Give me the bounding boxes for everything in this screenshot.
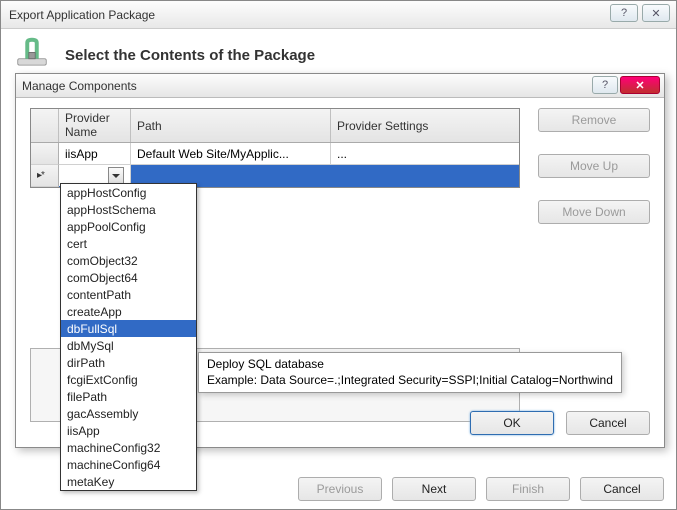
dropdown-item-filepath[interactable]: filePath — [61, 388, 196, 405]
cell-path[interactable]: Default Web Site/MyApplic... — [131, 143, 331, 165]
components-grid[interactable]: Provider Name Path Provider Settings iis… — [30, 108, 520, 188]
grid-header: Provider Name Path Provider Settings — [31, 109, 519, 143]
dropdown-item-gacassembly[interactable]: gacAssembly — [61, 405, 196, 422]
row-header — [31, 143, 59, 165]
grid-header-path: Path — [131, 109, 331, 142]
provider-dropdown-button[interactable] — [108, 167, 124, 185]
inner-title: Manage Components — [22, 79, 137, 93]
table-row[interactable]: iisApp Default Web Site/MyApplic... ... — [31, 143, 519, 165]
dropdown-item-cert[interactable]: cert — [61, 235, 196, 252]
tooltip-line2: Example: Data Source=.;Integrated Securi… — [207, 373, 613, 389]
move-up-button[interactable]: Move Up — [538, 154, 650, 178]
cell-settings-new[interactable] — [331, 165, 519, 187]
package-icon — [13, 35, 51, 76]
outer-titlebar: Export Application Package ? ✕ — [1, 1, 676, 29]
dropdown-item-machineconfig32[interactable]: machineConfig32 — [61, 439, 196, 456]
ok-button[interactable]: OK — [470, 411, 554, 435]
dropdown-item-iisapp[interactable]: iisApp — [61, 422, 196, 439]
dropdown-item-metakey[interactable]: metaKey — [61, 473, 196, 490]
manage-components-dialog: Manage Components ? ✕ Provider Name Path… — [15, 73, 665, 448]
move-down-button[interactable]: Move Down — [538, 200, 650, 224]
dropdown-item-fcgiextconfig[interactable]: fcgiExtConfig — [61, 371, 196, 388]
dropdown-item-comobject32[interactable]: comObject32 — [61, 252, 196, 269]
dropdown-item-dbfullsql[interactable]: dbFullSql — [61, 320, 196, 337]
help-icon[interactable]: ? — [610, 4, 638, 22]
dropdown-item-apphostconfig[interactable]: appHostConfig — [61, 184, 196, 201]
dropdown-item-comobject64[interactable]: comObject64 — [61, 269, 196, 286]
dropdown-item-createapp[interactable]: createApp — [61, 303, 196, 320]
dropdown-item-dirpath[interactable]: dirPath — [61, 354, 196, 371]
dropdown-item-apppoolconfig[interactable]: appPoolConfig — [61, 218, 196, 235]
dropdown-item-machineconfig64[interactable]: machineConfig64 — [61, 456, 196, 473]
tooltip-line1: Deploy SQL database — [207, 357, 613, 373]
cancel-button[interactable]: Cancel — [566, 411, 650, 435]
cancel-button[interactable]: Cancel — [580, 477, 664, 501]
grid-header-settings: Provider Settings — [331, 109, 519, 142]
dropdown-item-apphostschema[interactable]: appHostSchema — [61, 201, 196, 218]
dropdown-item-contentpath[interactable]: contentPath — [61, 286, 196, 303]
cell-provider[interactable]: iisApp — [59, 143, 131, 165]
previous-button[interactable]: Previous — [298, 477, 382, 501]
grid-header-provider: Provider Name — [59, 109, 131, 142]
grid-header-rowselector — [31, 109, 59, 142]
finish-button[interactable]: Finish — [486, 477, 570, 501]
close-icon[interactable]: ✕ — [642, 4, 670, 22]
cell-settings[interactable]: ... — [331, 143, 519, 165]
export-package-window: Export Application Package ? ✕ Select th… — [0, 0, 677, 510]
outer-header-text: Select the Contents of the Package — [65, 47, 315, 64]
outer-title: Export Application Package — [9, 8, 155, 22]
dropdown-item-dbmysql[interactable]: dbMySql — [61, 337, 196, 354]
provider-dropdown-list[interactable]: appHostConfig appHostSchema appPoolConfi… — [60, 183, 197, 491]
help-icon[interactable]: ? — [592, 76, 618, 94]
next-button[interactable]: Next — [392, 477, 476, 501]
row-header-new: ▸* — [31, 165, 59, 187]
remove-button[interactable]: Remove — [538, 108, 650, 132]
dropdown-tooltip: Deploy SQL database Example: Data Source… — [198, 352, 622, 393]
inner-titlebar: Manage Components ? ✕ — [16, 74, 664, 98]
close-icon[interactable]: ✕ — [620, 76, 660, 94]
